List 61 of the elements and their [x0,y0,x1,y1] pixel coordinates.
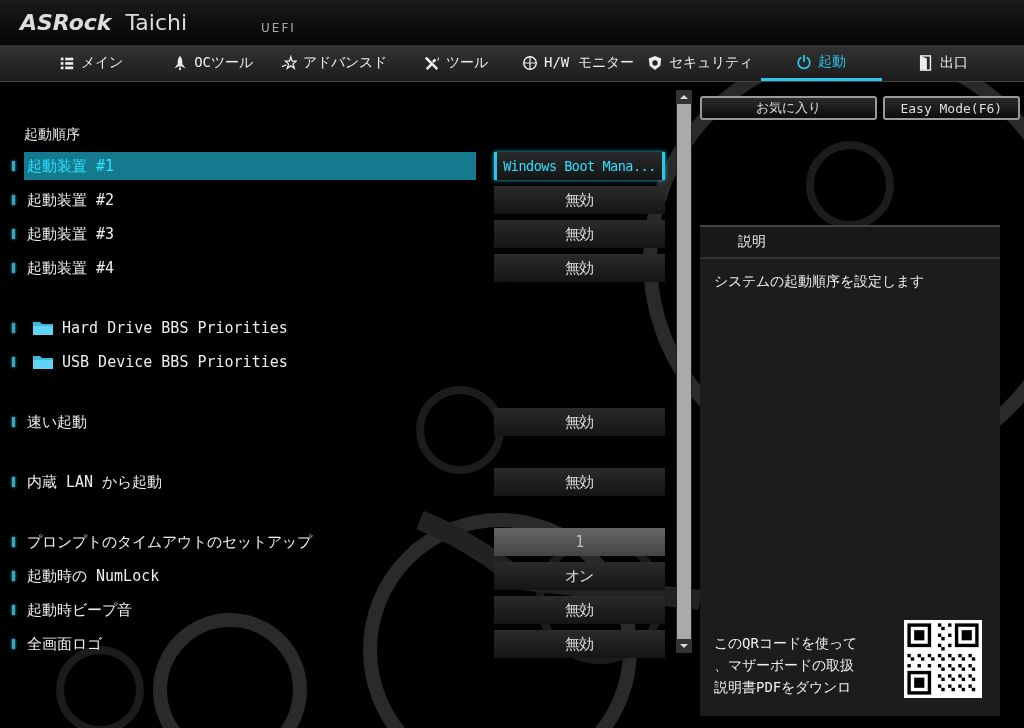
row-marker-icon [12,323,15,333]
folder-icon [32,319,54,337]
value-dropdown[interactable]: 無効 [494,220,665,248]
value-field[interactable]: 1 [494,528,665,556]
setting-label[interactable]: 起動装置 #2 [24,186,476,214]
shield-icon [646,55,663,71]
nav-tab[interactable]: OCツール [151,45,274,81]
value-dropdown[interactable]: 無効 [494,408,665,436]
value-dropdown[interactable]: 無効 [494,186,665,214]
setting-label[interactable]: 起動装置 #4 [24,254,476,282]
row-marker-icon [12,263,15,273]
folder-icon [32,353,54,371]
value-dropdown[interactable]: 無効 [494,254,665,282]
row-marker-icon [12,195,15,205]
setting-label[interactable]: 内蔵 LAN から起動 [24,468,476,496]
setting-label[interactable]: 全画面ロゴ [24,630,476,658]
row-marker-icon [12,229,15,239]
firmware-label: UEFI [261,20,296,35]
star-icon [281,55,298,71]
value-dropdown[interactable]: 無効 [494,630,665,658]
scroll-up-icon[interactable] [676,90,692,104]
nav-tab[interactable]: H/W モニター [517,45,639,81]
scroll-down-icon[interactable] [676,639,692,653]
mode-button[interactable]: Easy Mode(F6) [882,96,1020,120]
scrollbar[interactable] [676,90,692,653]
submenu-link[interactable]: USB Device BBS Priorities [24,353,288,371]
qr-caption: このQRコードを使って 、マザーボードの取扱 説明書PDFをダウンロ [714,634,857,697]
value-dropdown[interactable]: Windows Boot Mana... [494,152,665,180]
power-icon [796,53,813,70]
row-marker-icon [12,605,15,615]
nav-tab[interactable]: 起動 [760,45,883,81]
submenu-link[interactable]: Hard Drive BBS Priorities [24,319,288,337]
row-marker-icon [12,639,15,649]
description-text: システムの起動順序を設定します [713,272,925,291]
row-marker-icon [12,417,15,427]
setting-label[interactable]: 起動時の NumLock [24,562,476,590]
panel-title: 説明 [700,227,1000,259]
setting-label[interactable]: 起動装置 #3 [24,220,476,248]
setting-label[interactable]: プロンプトのタイムアウトのセットアップ [24,528,476,556]
setting-label[interactable]: 起動時ビープ音 [24,596,476,624]
list-icon [58,55,75,71]
favorites-button[interactable]: お気に入り [700,96,877,120]
row-marker-icon [12,537,15,547]
nav-tab[interactable]: セキュリティ [638,45,761,81]
nav-tab[interactable]: 出口 [882,45,1004,81]
model-name: Taichi [125,10,188,35]
value-dropdown[interactable]: オン [494,562,665,590]
value-dropdown[interactable]: 無効 [494,468,665,496]
row-marker-icon [12,357,15,367]
row-marker-icon [12,571,15,581]
brand-logo: ASRock [20,10,112,35]
row-marker-icon [12,477,15,487]
nav-tab[interactable]: アドバンスド [273,45,396,81]
setting-label[interactable]: 速い起動 [24,408,476,436]
target-icon [522,55,538,71]
section-heading: 起動順序 [23,126,80,144]
row-marker-icon [12,161,15,171]
value-dropdown[interactable]: 無効 [494,596,665,624]
nav-tab[interactable]: ツール [395,45,517,81]
nav-tab[interactable]: メイン [30,45,152,81]
tools-icon [424,55,441,71]
